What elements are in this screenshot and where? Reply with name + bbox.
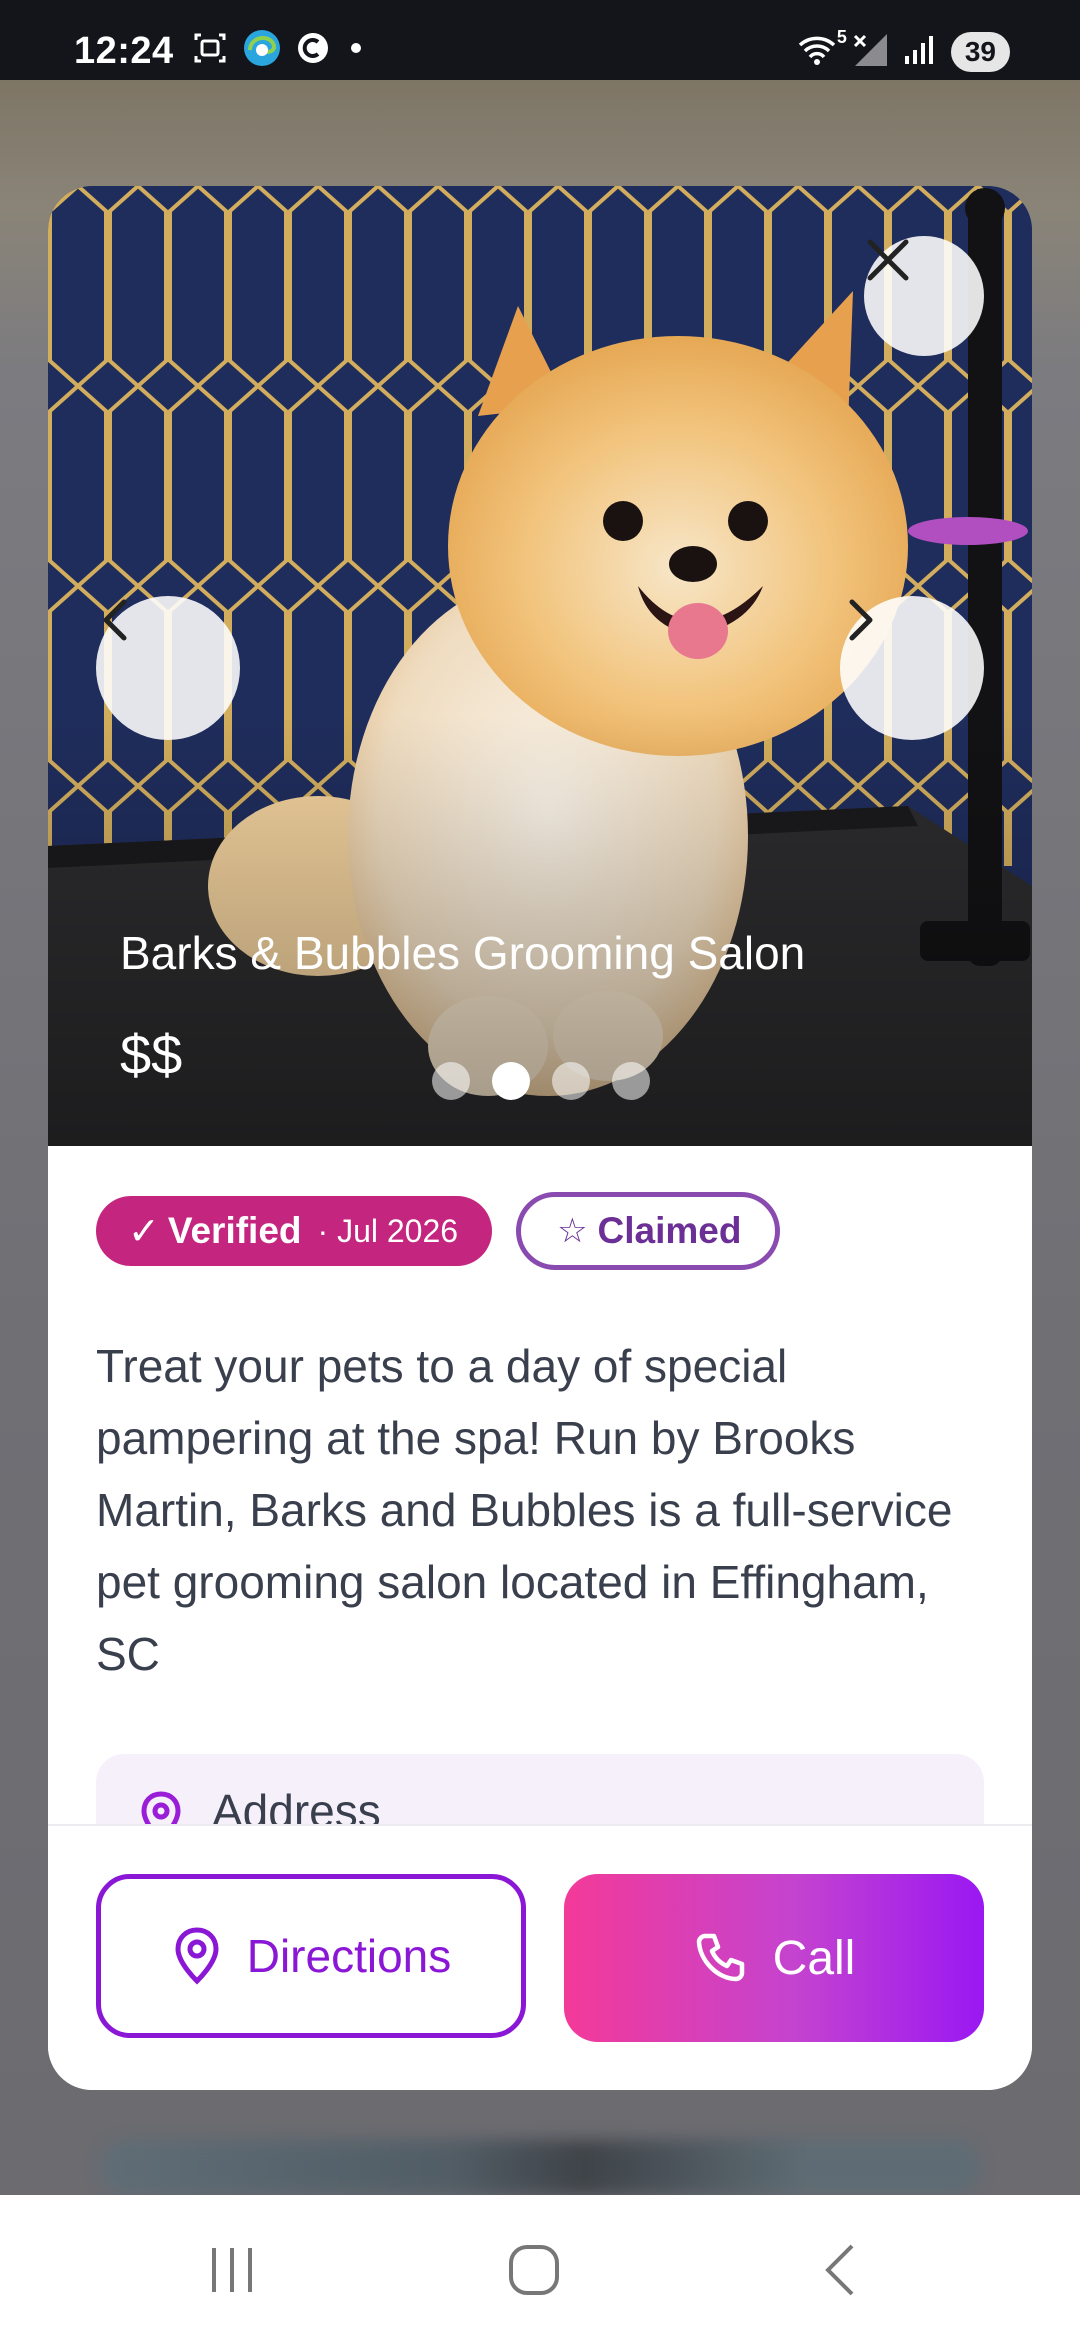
- status-bar: 12:24 5 39: [0, 0, 1080, 80]
- status-left-icons: [192, 28, 368, 73]
- pagination-dot-active[interactable]: [492, 1062, 530, 1100]
- business-description: Treat your pets to a day of special pamp…: [96, 1340, 953, 1680]
- recents-button[interactable]: [192, 2235, 272, 2305]
- next-photo-button[interactable]: [840, 596, 984, 740]
- back-icon: [825, 2244, 854, 2296]
- action-bar: Directions Call: [48, 1824, 1032, 2090]
- edge-browser-icon: [242, 28, 282, 73]
- chevron-right-icon: [849, 599, 873, 641]
- directions-label: Directions: [246, 1930, 452, 1982]
- wifi-icon: 5: [797, 27, 847, 72]
- claimed-label: Claimed: [597, 1210, 742, 1251]
- claimed-badge: ☆ Claimed: [516, 1192, 781, 1270]
- photo-gallery[interactable]: Barks & Bubbles Grooming Salon $$: [48, 186, 1032, 1146]
- screenshot-icon: [192, 30, 228, 71]
- call-label: Call: [772, 1931, 856, 1985]
- close-icon: [867, 239, 909, 281]
- navigation-bar: [0, 2195, 1080, 2340]
- blurred-background-content: [100, 2140, 980, 2195]
- listing-modal: Barks & Bubbles Grooming Salon $$ ✓ Veri…: [48, 186, 1032, 2090]
- check-icon: ✓: [128, 1210, 160, 1253]
- call-button[interactable]: Call: [564, 1874, 984, 2042]
- star-icon: ☆: [557, 1212, 588, 1250]
- notification-dot-icon: [344, 36, 368, 65]
- status-right: 5 39: [797, 27, 1010, 73]
- home-icon: [509, 2245, 559, 2295]
- verified-label: Verified: [167, 1210, 302, 1251]
- gallery-pagination: [432, 1062, 650, 1100]
- verified-date: · Jul 2026: [317, 1212, 459, 1249]
- battery-indicator: 39: [950, 32, 1010, 72]
- signal-bars-icon: [903, 34, 937, 71]
- no-signal-icon: [851, 32, 889, 73]
- business-name: Barks & Bubbles Grooming Salon: [120, 927, 806, 979]
- home-button[interactable]: [494, 2235, 574, 2305]
- price-level: $$: [120, 1023, 183, 1086]
- pagination-dot[interactable]: [612, 1062, 650, 1100]
- badge-row: ✓ Verified · Jul 2026 ☆ Claimed: [96, 1192, 781, 1270]
- status-time: 12:24: [74, 30, 174, 72]
- phone-icon: [696, 1933, 744, 1982]
- pagination-dot[interactable]: [552, 1062, 590, 1100]
- directions-button[interactable]: Directions: [96, 1874, 526, 2038]
- verified-badge: ✓ Verified · Jul 2026: [96, 1196, 493, 1266]
- location-pin-icon: [175, 1927, 219, 1985]
- back-button[interactable]: [800, 2235, 880, 2305]
- recents-icon: [212, 2248, 252, 2292]
- c-app-icon: [296, 31, 330, 70]
- close-button[interactable]: [864, 236, 984, 356]
- previous-photo-button[interactable]: [96, 596, 240, 740]
- chevron-left-icon: [103, 599, 127, 641]
- wifi-band-label: 5: [836, 26, 847, 47]
- pagination-dot[interactable]: [432, 1062, 470, 1100]
